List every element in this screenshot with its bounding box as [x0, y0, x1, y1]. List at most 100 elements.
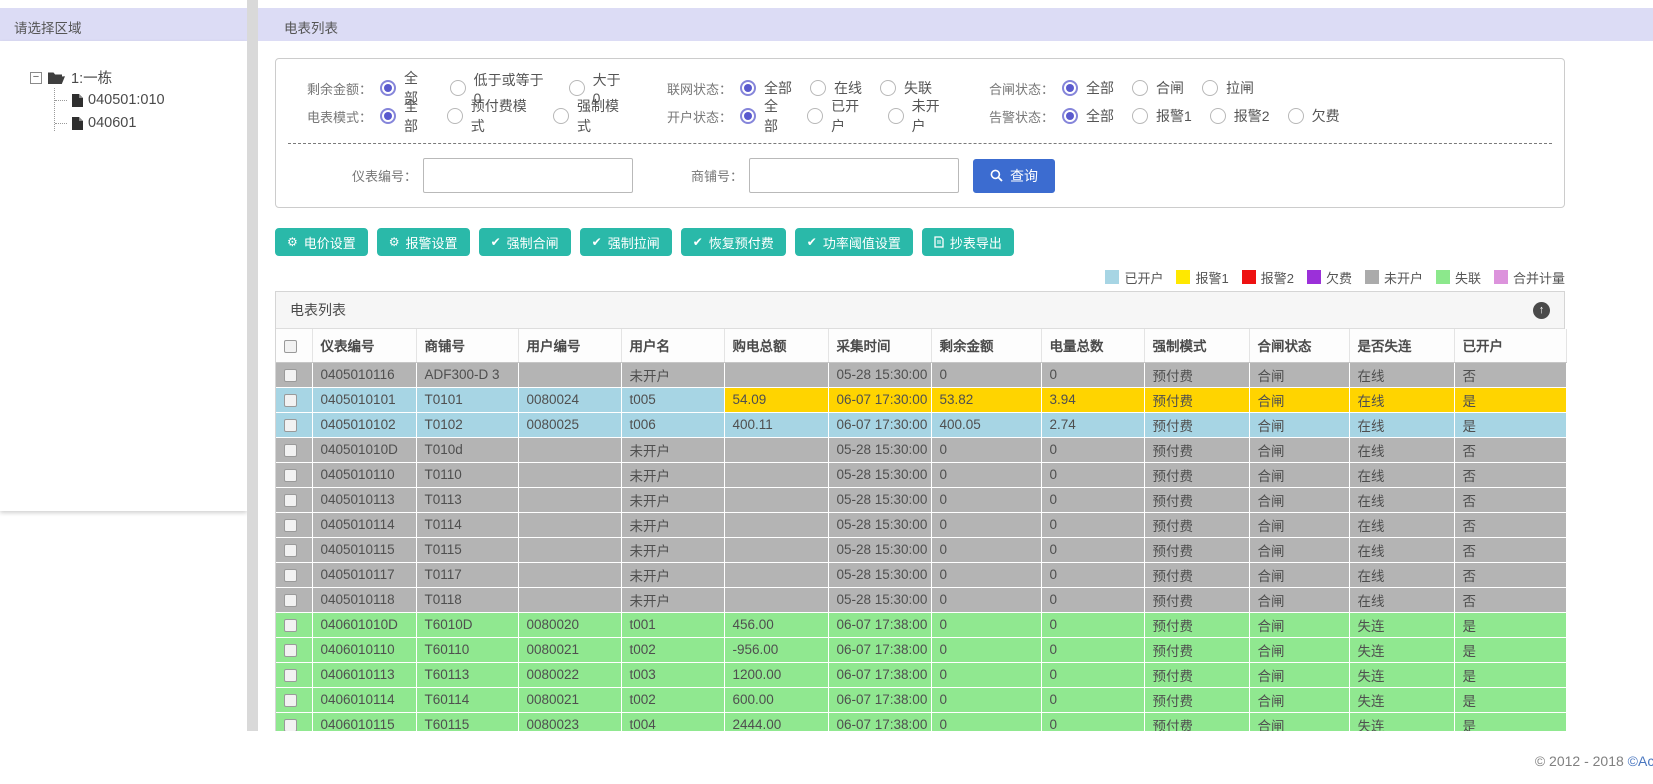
radio-option[interactable]: 全部: [1062, 106, 1114, 126]
action-button-6[interactable]: ✔ 功率阈值设置: [794, 228, 913, 256]
row-checkbox[interactable]: [284, 643, 297, 657]
radio-button[interactable]: [446, 108, 463, 124]
radio-button[interactable]: [807, 108, 824, 124]
radio-option[interactable]: 强制模式: [552, 96, 628, 136]
query-button[interactable]: 查询: [973, 158, 1056, 193]
action-button-2[interactable]: ⚙ 报警设置: [376, 228, 470, 256]
table-cell: -956.00: [724, 637, 829, 663]
radio-option[interactable]: 报警2: [1209, 106, 1270, 126]
radio-button[interactable]: [1209, 108, 1226, 124]
table-panel-header: 电表列表 ↑: [276, 292, 1564, 329]
radio-button[interactable]: [380, 80, 396, 96]
row-checkbox[interactable]: [284, 543, 297, 557]
table-cell: 未开户: [621, 437, 725, 463]
select-all-checkbox[interactable]: [284, 339, 297, 353]
radio-button[interactable]: [880, 80, 896, 96]
radio-button[interactable]: [1132, 80, 1148, 96]
radio-button[interactable]: [1062, 80, 1078, 96]
table-cell: 040501010D: [312, 437, 417, 463]
radio-option[interactable]: 合闸: [1132, 78, 1184, 98]
tree-node-label[interactable]: 040501:010: [88, 92, 165, 108]
action-button-4[interactable]: ✔ 强制拉闸: [579, 228, 672, 256]
meter-no-input[interactable]: [423, 158, 634, 193]
action-button-label: 强制拉闸: [607, 235, 660, 251]
radio-label: 拉闸: [1226, 80, 1254, 96]
tree-node-label[interactable]: 040601: [88, 115, 136, 131]
radio-option[interactable]: 预付费模式: [446, 96, 535, 136]
legend-item: 未开户: [1364, 268, 1423, 287]
radio-option[interactable]: 已开户: [807, 96, 869, 136]
radio-button[interactable]: [810, 80, 826, 96]
tree-node-child[interactable]: 040601: [55, 115, 247, 131]
action-button-7[interactable]: 抄表导出: [921, 228, 1014, 256]
radio-button[interactable]: [1202, 80, 1218, 96]
tree-node-child[interactable]: 040501:010: [55, 92, 247, 108]
radio-option[interactable]: 在线: [810, 78, 862, 98]
radio-label: 全部: [404, 98, 418, 134]
radio-button[interactable]: [380, 108, 396, 124]
table-cell: 0: [1041, 637, 1145, 663]
table-cell: 400.11: [724, 412, 829, 438]
tree-node-root[interactable]: − 1:一栋: [30, 67, 247, 88]
radio-option[interactable]: 未开户: [887, 96, 950, 136]
table-cell: 合闸: [1249, 487, 1350, 513]
row-checkbox[interactable]: [284, 618, 297, 632]
table-cell: 05-28 15:30:00: [828, 462, 932, 488]
scrollbar-divider[interactable]: [247, 0, 258, 731]
row-checkbox[interactable]: [284, 718, 297, 731]
legend-label: 报警1: [1195, 270, 1229, 286]
row-checkbox[interactable]: [284, 418, 297, 432]
table-cell: [724, 462, 829, 488]
table-cell: [518, 462, 622, 488]
action-button-3[interactable]: ✔ 强制合闸: [478, 228, 571, 256]
table-cell: t005: [621, 387, 725, 413]
filter-group: 合闸状态： 全部 合闸 拉闸: [968, 78, 1272, 98]
radio-option[interactable]: 全部: [740, 96, 789, 136]
radio-option[interactable]: 欠费: [1287, 106, 1340, 126]
radio-button[interactable]: [449, 80, 466, 96]
radio-option[interactable]: 报警1: [1132, 106, 1192, 126]
gear-icon: ⚙: [388, 235, 400, 249]
checkbox-cell: [276, 587, 313, 613]
tree-node-label[interactable]: 1:一栋: [71, 67, 112, 88]
collapse-panel-icon[interactable]: ↑: [1533, 301, 1550, 319]
radio-option[interactable]: 失联: [880, 78, 932, 98]
table-row: 0405010102 T0102 0080025 t006 400.11 06-07 17…: [276, 412, 1567, 438]
row-checkbox[interactable]: [284, 468, 297, 482]
table-cell: 合闸: [1249, 662, 1350, 688]
radio-option[interactable]: 拉闸: [1202, 78, 1254, 98]
checkbox-cell: [276, 637, 313, 663]
radio-button[interactable]: [740, 80, 756, 96]
radio-button[interactable]: [740, 108, 756, 124]
table-cell: T010d: [416, 437, 519, 463]
row-checkbox[interactable]: [284, 518, 297, 532]
row-checkbox[interactable]: [284, 693, 297, 707]
radio-button[interactable]: [552, 108, 569, 124]
table-cell: 合闸: [1249, 437, 1350, 463]
row-checkbox[interactable]: [284, 368, 297, 382]
row-checkbox[interactable]: [284, 668, 297, 682]
radio-option[interactable]: 全部: [380, 96, 429, 136]
action-button-5[interactable]: ✔ 恢复预付费: [680, 228, 786, 256]
row-checkbox[interactable]: [284, 393, 297, 407]
row-checkbox[interactable]: [284, 443, 297, 457]
row-checkbox[interactable]: [284, 568, 297, 582]
row-checkbox[interactable]: [284, 593, 297, 607]
radio-button[interactable]: [887, 108, 904, 124]
radio-button[interactable]: [1132, 108, 1148, 124]
collapse-toggle-icon[interactable]: −: [30, 71, 42, 84]
radio-button[interactable]: [1062, 108, 1078, 124]
table-cell: 06-07 17:38:00: [828, 712, 932, 731]
table-cell: 0080023: [518, 712, 622, 731]
shop-no-input[interactable]: [749, 158, 960, 193]
row-checkbox[interactable]: [284, 493, 297, 507]
legend-swatch: [1241, 270, 1256, 284]
radio-option[interactable]: 全部: [740, 78, 792, 98]
action-button-1[interactable]: ⚙ 电价设置: [275, 228, 368, 256]
table-cell: 0: [1041, 587, 1145, 613]
radio-option[interactable]: 全部: [1062, 78, 1114, 98]
legend-label: 已开户: [1124, 270, 1164, 286]
table-cell: 失连: [1349, 712, 1455, 731]
radio-button[interactable]: [1287, 108, 1304, 124]
radio-button[interactable]: [568, 80, 585, 96]
